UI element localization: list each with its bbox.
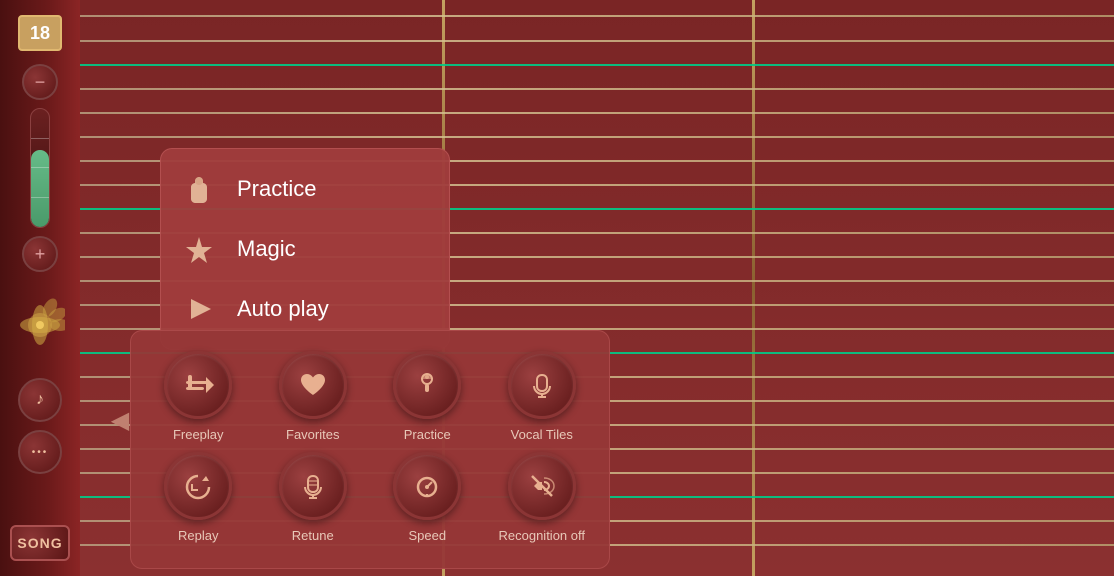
recognition-off-button[interactable] <box>508 452 576 520</box>
practice-mode-label: Practice <box>237 176 316 202</box>
vocal-tiles-action[interactable]: Vocal Tiles <box>490 351 595 442</box>
autoplay-mode-icon <box>181 291 217 327</box>
string-3 <box>80 64 1114 66</box>
favorites-action[interactable]: Favorites <box>261 351 366 442</box>
volume-slider[interactable] <box>30 108 50 228</box>
replay-button[interactable] <box>164 452 232 520</box>
more-button[interactable]: ••• <box>18 430 62 474</box>
freeplay-button[interactable] <box>164 351 232 419</box>
magic-mode-label: Magic <box>237 236 296 262</box>
left-panel: 18 − + ♪ ••• SON <box>0 0 80 576</box>
mode-menu: Practice Magic Auto play <box>160 148 450 350</box>
string-4 <box>80 88 1114 90</box>
string-2 <box>80 40 1114 42</box>
favorites-button[interactable] <box>279 351 347 419</box>
chevron-left-icon[interactable]: ◀ <box>110 400 130 440</box>
replay-label: Replay <box>178 528 218 543</box>
practice-action[interactable]: Practice <box>375 351 480 442</box>
number-badge: 18 <box>18 15 62 51</box>
more-icon: ••• <box>32 447 49 458</box>
speed-label: Speed <box>408 528 446 543</box>
action-panel: Freeplay Favorites <box>130 330 610 569</box>
string-divider-2 <box>752 0 755 576</box>
volume-minus-button[interactable]: − <box>22 64 58 100</box>
speed-action[interactable]: Speed <box>375 452 480 543</box>
mode-item-magic[interactable]: Magic <box>161 219 449 279</box>
magic-mode-icon <box>181 231 217 267</box>
vocal-tiles-label: Vocal Tiles <box>511 427 573 442</box>
retune-action[interactable]: Retune <box>261 452 366 543</box>
music-button[interactable]: ♪ <box>18 378 62 422</box>
recognition-off-action[interactable]: Recognition off <box>490 452 595 543</box>
autoplay-mode-label: Auto play <box>237 296 329 322</box>
volume-fill <box>31 150 49 227</box>
music-icon: ♪ <box>36 391 44 409</box>
string-6 <box>80 136 1114 138</box>
replay-action[interactable]: Replay <box>146 452 251 543</box>
retune-button[interactable] <box>279 452 347 520</box>
floral-decoration <box>15 285 65 365</box>
volume-plus-button[interactable]: + <box>22 236 58 272</box>
vocal-tiles-button[interactable] <box>508 351 576 419</box>
freeplay-action[interactable]: Freeplay <box>146 351 251 442</box>
recognition-off-label: Recognition off <box>499 528 586 543</box>
practice-action-label: Practice <box>404 427 451 442</box>
action-row-2: Replay Retune <box>146 452 594 543</box>
song-button[interactable]: SONG <box>10 525 70 561</box>
string-5 <box>80 112 1114 114</box>
string-1 <box>80 15 1114 17</box>
practice-mode-icon <box>181 171 217 207</box>
retune-label: Retune <box>292 528 334 543</box>
freeplay-label: Freeplay <box>173 427 224 442</box>
action-row-1: Freeplay Favorites <box>146 351 594 442</box>
favorites-label: Favorites <box>286 427 339 442</box>
mode-item-practice[interactable]: Practice <box>161 159 449 219</box>
practice-button[interactable] <box>393 351 461 419</box>
instrument-background: 18 − + ♪ ••• SON <box>0 0 1114 576</box>
speed-button[interactable] <box>393 452 461 520</box>
